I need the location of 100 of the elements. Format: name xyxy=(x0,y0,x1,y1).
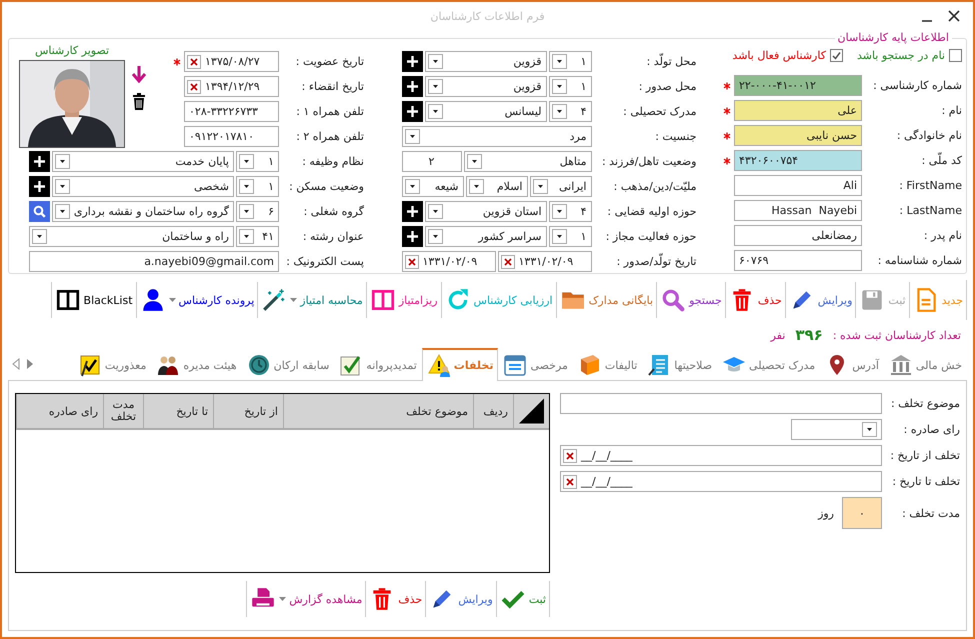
tab[interactable]: هیئت مدیره xyxy=(151,349,242,380)
toolbar-button[interactable]: جستجو xyxy=(656,282,725,318)
toolbar-button[interactable]: ریزامتیاز xyxy=(366,282,441,318)
toolbar-button[interactable]: حذف xyxy=(365,581,426,617)
dropdown[interactable]: شخصی xyxy=(52,176,234,197)
date-field[interactable]: ۱۳۷۵/۰۸/۲۷ xyxy=(184,51,279,72)
notepad-check-icon xyxy=(78,353,102,377)
checkbox[interactable] xyxy=(830,48,843,62)
text-field[interactable] xyxy=(560,393,882,414)
add-button[interactable] xyxy=(402,51,422,72)
clear-icon[interactable] xyxy=(187,80,201,94)
trash-icon[interactable] xyxy=(132,93,146,110)
dropdown[interactable]: گروه راه ساختمان و نقشه برداری xyxy=(52,201,234,222)
text-field[interactable]: ۰۲۸-۳۳۲۲۶۷۳۳ xyxy=(184,101,279,122)
dropdown[interactable]: متاهل xyxy=(464,151,592,172)
toolbar-button[interactable]: بایگانی مدارک xyxy=(556,282,656,318)
dropdown[interactable]: ۱ xyxy=(548,226,592,247)
add-button[interactable] xyxy=(29,176,50,197)
tab-scroll-left-icon[interactable] xyxy=(12,358,20,370)
add-button[interactable] xyxy=(402,226,422,247)
toolbar-button[interactable]: ویرایش xyxy=(784,282,856,318)
text-field[interactable]: رمضانعلی xyxy=(734,225,862,246)
text-field[interactable]: ۲۲-۰۰۰-۴۱-۰۰۱۲ xyxy=(734,75,862,96)
field-label: محل صدور : xyxy=(638,80,696,93)
checkbox[interactable] xyxy=(949,48,962,62)
dropdown[interactable]: ۴ xyxy=(548,201,592,222)
dropdown[interactable]: سراسر کشور xyxy=(424,226,546,247)
search-button[interactable] xyxy=(29,201,50,222)
tab[interactable]: آدرس xyxy=(820,349,884,380)
add-button[interactable] xyxy=(402,201,422,222)
dropdown[interactable]: راه و ساختمان xyxy=(29,226,234,247)
date-field[interactable]: __/__/____ xyxy=(560,471,882,492)
text-field[interactable]: ۶۰۷۶۹ xyxy=(734,250,862,271)
close-icon[interactable] xyxy=(947,9,961,23)
field-label: عنوان رشته : xyxy=(302,230,364,243)
plus-icon xyxy=(406,55,418,68)
dropdown[interactable]: شیعه xyxy=(402,176,464,197)
date-field[interactable]: __/__/____ xyxy=(560,445,882,466)
field-label: نام پدر : xyxy=(922,229,962,242)
dropdown[interactable]: ۱ xyxy=(236,151,279,172)
field-label: تخلف تا تاریخ : xyxy=(891,475,960,488)
dropdown[interactable]: مرد xyxy=(402,126,592,147)
tab[interactable]: سابقه ارکان xyxy=(242,349,334,380)
tab[interactable]: صلاحیتها xyxy=(642,349,718,380)
toolbar-button[interactable]: ثبت xyxy=(496,581,549,617)
text-field[interactable]: ۲ xyxy=(402,151,462,172)
add-button[interactable] xyxy=(29,151,50,172)
toolbar-button[interactable]: ویرایش xyxy=(425,581,496,617)
dropdown[interactable]: پایان خدمت xyxy=(52,151,234,172)
date-field[interactable]: ۱۳۹۴/۱۲/۲۹ xyxy=(184,76,279,97)
dropdown[interactable]: ۴۱ xyxy=(236,226,279,247)
field-label: گروه شغلی : xyxy=(302,205,364,218)
tab[interactable]: مرخصی xyxy=(498,349,573,380)
dropdown[interactable]: ۱ xyxy=(236,176,279,197)
dropdown[interactable]: ۱ xyxy=(548,76,592,97)
column-header: مدت تخلف xyxy=(110,398,138,424)
clear-icon[interactable] xyxy=(404,254,418,268)
dropdown[interactable]: لیسانس xyxy=(424,101,546,122)
toolbar-button[interactable]: مشاهده گزارش xyxy=(246,581,366,617)
text-field[interactable]: Ali xyxy=(734,175,862,196)
dropdown[interactable]: ۴ xyxy=(548,101,592,122)
tab[interactable]: تالیفات xyxy=(572,349,642,380)
dropdown[interactable]: ایرانی xyxy=(530,176,592,197)
toolbar-button[interactable]: حذف xyxy=(724,282,785,318)
clear-icon[interactable] xyxy=(563,474,577,488)
download-arrow-icon[interactable] xyxy=(131,65,147,83)
tab[interactable]: تمدیدپروانه xyxy=(334,349,422,380)
dropdown[interactable]: قزوین xyxy=(424,51,546,72)
tab[interactable]: معذوریت xyxy=(72,349,152,380)
field-label: تاریخ عضویت : xyxy=(294,55,364,68)
tab-scroll-right-icon[interactable] xyxy=(26,358,34,370)
dropdown[interactable]: استان قزوین xyxy=(424,201,546,222)
dropdown[interactable]: اسلام xyxy=(466,176,528,197)
tab[interactable]: خش مالی xyxy=(884,349,967,380)
tab[interactable]: مدرک تحصیلی xyxy=(717,349,820,380)
dropdown[interactable]: ۱ xyxy=(548,51,592,72)
add-button[interactable] xyxy=(402,76,422,97)
column-header: از تاریخ xyxy=(244,404,278,418)
duration-field[interactable]: ۰ xyxy=(842,497,882,529)
clear-icon[interactable] xyxy=(563,448,577,462)
date-field[interactable]: ۱۳۳۱/۰۲/۰۹ xyxy=(498,251,592,272)
text-field[interactable]: علی xyxy=(734,100,862,121)
text-field[interactable]: ۰۹۱۲۲۰۱۷۸۱۰ xyxy=(184,126,279,147)
text-field[interactable]: a.nayebi09@gmail.com xyxy=(29,251,279,272)
toolbar-button[interactable]: پرونده کارشناس xyxy=(136,282,258,318)
plus-icon xyxy=(406,230,418,243)
toolbar-button[interactable]: محاسبه امتیاز xyxy=(257,282,366,318)
text-field[interactable]: ۴۳۲۰۶۰۰۷۵۴ xyxy=(734,150,862,171)
add-button[interactable] xyxy=(402,101,422,122)
toolbar-button[interactable]: BlackList xyxy=(50,282,136,318)
dropdown[interactable]: قزوین xyxy=(424,76,546,97)
text-field[interactable]: Hassan Nayebi xyxy=(734,200,862,221)
dropdown[interactable]: ۶ xyxy=(236,201,279,222)
field-label: مدت تخلف : xyxy=(901,506,960,520)
date-field[interactable]: ۱۳۳۱/۰۲/۰۹ xyxy=(402,251,496,272)
clock-icon xyxy=(246,353,271,377)
clear-icon[interactable] xyxy=(500,254,514,268)
text-field[interactable]: حسن نایبی xyxy=(734,125,862,146)
column-header: ردیف xyxy=(483,404,508,418)
clear-icon[interactable] xyxy=(187,54,201,68)
